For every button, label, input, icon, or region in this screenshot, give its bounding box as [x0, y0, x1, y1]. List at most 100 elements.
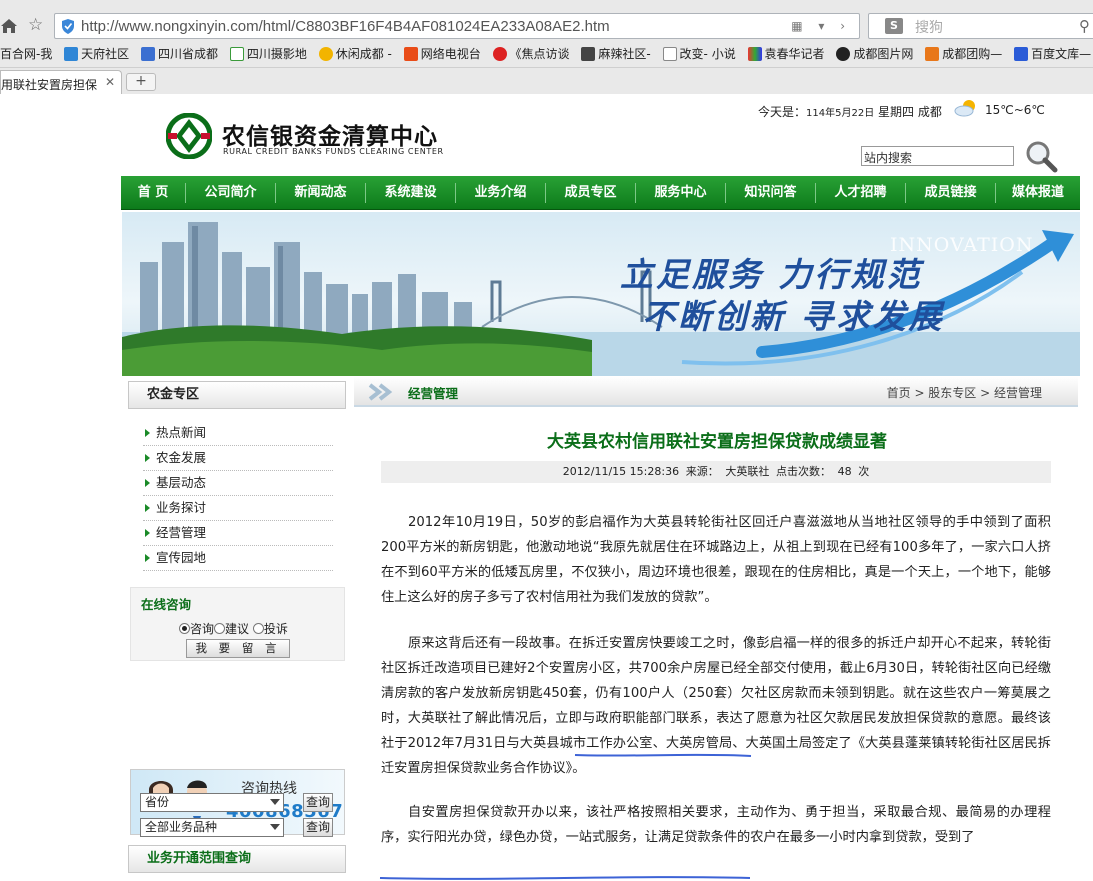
bookmark-icon — [141, 47, 156, 61]
url-actions-icon[interactable]: ▦ ▾ › — [791, 19, 851, 33]
query-button[interactable]: 查询 — [303, 818, 333, 837]
nav-links[interactable]: 成员链接 — [906, 176, 995, 210]
web-page: 农信银资金清算中心 RURAL CREDIT BANKS FUNDS CLEAR… — [0, 94, 1093, 880]
radio-consult[interactable] — [179, 623, 190, 634]
bookmark-item[interactable]: 百度文库— — [1014, 43, 1091, 65]
sidebar-item-discussion[interactable]: 业务探讨 — [143, 496, 333, 521]
sidebar-menu: 热点新闻 农金发展 基层动态 业务探讨 经营管理 宣传园地 — [143, 421, 333, 571]
section-title: 经营管理 — [408, 386, 459, 401]
close-tab-icon[interactable]: ✕ — [105, 75, 115, 89]
logo-text-en: RURAL CREDIT BANKS FUNDS CLEARING CENTER — [223, 147, 444, 156]
article-source: 大英联社 — [725, 465, 770, 478]
bookmark-item[interactable]: 网络电视台 — [403, 43, 481, 65]
business-type-select[interactable]: 全部业务品种 — [140, 818, 284, 837]
bookmark-item[interactable]: 天府社区 — [64, 43, 129, 65]
nav-news[interactable]: 新闻动态 — [276, 176, 365, 210]
consult-title: 在线咨询 — [141, 597, 192, 612]
article-meta: 2012/11/15 15:28:36 来源： 大英联社 点击次数： 48 次 — [381, 461, 1051, 483]
weekday: 星期四 — [878, 105, 915, 119]
sidebar-item-development[interactable]: 农金发展 — [143, 446, 333, 471]
date-weather: 今天是：114年5月22日 星期四 成都 — [758, 105, 942, 119]
bookmark-item[interactable]: 成都团购— — [925, 43, 1002, 65]
nav-media[interactable]: 媒体报道 — [996, 176, 1080, 210]
home-icon[interactable] — [0, 17, 18, 35]
chevron-down-icon — [270, 799, 280, 805]
browser-tab[interactable]: 用联社安置房担保 ✕ — [0, 70, 122, 95]
bookmark-icon — [747, 47, 762, 61]
cloudy-weather-icon — [954, 100, 975, 117]
chevron-down-icon — [270, 824, 280, 830]
article-paragraph-1: 2012年10月19日，50岁的彭启福作为大英县转轮街社区回迁户喜滋滋地从当地社… — [381, 515, 1051, 605]
nav-faq[interactable]: 知识问答 — [726, 176, 815, 210]
site-logo[interactable]: 农信银资金清算中心 RURAL CREDIT BANKS FUNDS CLEAR… — [166, 113, 466, 159]
radio-complaint[interactable] — [252, 623, 264, 634]
search-icon[interactable]: ⚲ — [1079, 17, 1090, 35]
banner-slogan-1: 立足服务 力行规范 — [620, 255, 923, 294]
bookmark-icon — [492, 47, 507, 61]
sidebar-section-title: 农金专区 — [128, 381, 346, 409]
nav-about[interactable]: 公司简介 — [186, 176, 275, 210]
business-select-row: 全部业务品种 查询 — [140, 818, 340, 838]
nav-careers[interactable]: 人才招聘 — [816, 176, 905, 210]
browser-search-input[interactable]: S 搜狗 ⚲ — [868, 13, 1093, 39]
city: 成都 — [917, 105, 942, 119]
bookmark-icon — [318, 47, 333, 61]
sidebar-item-management[interactable]: 经营管理 — [143, 521, 333, 546]
tab-title: 用联社安置房担保 — [1, 78, 98, 92]
sidebar-item-publicity[interactable]: 宣传园地 — [143, 546, 333, 571]
bookmark-icon — [229, 47, 244, 61]
tab-strip: 用联社安置房担保 ✕ + — [0, 67, 1093, 95]
online-consult-box: 在线咨询 咨询 建议 投诉 我 要 留 言 — [130, 587, 345, 661]
query-button[interactable]: 查询 — [303, 793, 333, 812]
bookmark-item[interactable]: 《焦点访谈 — [492, 43, 570, 65]
search-icon[interactable] — [1024, 139, 1058, 173]
nav-system[interactable]: 系统建设 — [366, 176, 455, 210]
url-text: http://www.nongxinyin.com/html/C8803BF16… — [81, 18, 610, 35]
nav-members[interactable]: 成员专区 — [546, 176, 635, 210]
today-date: 114年5月22日 — [806, 108, 875, 119]
nav-business[interactable]: 业务介绍 — [456, 176, 545, 210]
province-select[interactable]: 省份 — [140, 793, 284, 812]
section-bar: 经营管理 首页 > 股东专区 > 经营管理 — [354, 377, 1078, 407]
sidebar-item-grassroots[interactable]: 基层动态 — [143, 471, 333, 496]
bookmark-item[interactable]: 四川摄影地 — [229, 43, 307, 65]
hand-drawn-underline — [379, 876, 751, 880]
site-search-input[interactable]: 站内搜索 — [861, 146, 1014, 166]
hero-banner: INNOVATION 立足服务 力行规范 不断创新 寻求发展 — [122, 212, 1080, 376]
sidebar-item-hot-news[interactable]: 热点新闻 — [143, 421, 333, 446]
shield-icon — [62, 19, 74, 34]
article-paragraph-2: 原来这背后还有一段故事。在拆迁安置房快要竣工之时，像彭启福一样的很多的拆迁户却开… — [381, 636, 1051, 776]
url-input[interactable]: http://www.nongxinyin.com/html/C8803BF16… — [54, 13, 860, 39]
bookmark-item[interactable]: 四川省成都 — [141, 43, 218, 65]
bookmark-icon — [403, 47, 418, 61]
hand-drawn-underline — [574, 753, 752, 757]
new-tab-button[interactable]: + — [126, 73, 156, 91]
breadcrumb[interactable]: 首页 > 股东专区 > 经营管理 — [887, 384, 1042, 401]
bookmark-icon — [925, 47, 940, 61]
province-select-row: 省份 查询 — [140, 793, 340, 813]
favorite-star-icon[interactable]: ☆ — [28, 16, 43, 34]
browser-search-placeholder: 搜狗 — [915, 20, 943, 36]
left-sidebar: 农金专区 热点新闻 农金发展 基层动态 业务探讨 经营管理 宣传园地 在线咨询 … — [121, 377, 353, 873]
bookmark-item[interactable]: 成都图片网 — [836, 43, 913, 65]
temperature: 15℃~6℃ — [985, 103, 1045, 117]
consult-options: 咨询 建议 投诉 — [179, 620, 288, 637]
bookmark-item[interactable]: 袁春华记者 — [747, 43, 825, 65]
nav-home[interactable]: 首 页 — [121, 176, 185, 210]
bookmark-item[interactable]: 改变- 小说 — [662, 43, 736, 65]
browser-chrome: ☆ http://www.nongxinyin.com/html/C8803BF… — [0, 0, 1093, 95]
radio-suggest[interactable] — [214, 623, 226, 634]
nav-service[interactable]: 服务中心 — [636, 176, 725, 210]
page-icon — [662, 47, 677, 61]
logo-text-cn: 农信银资金清算中心 — [222, 123, 438, 150]
business-scope-title: 业务开通范围查询 — [128, 845, 346, 873]
paw-icon — [1014, 47, 1029, 61]
main-nav: 首 页 公司简介 新闻动态 系统建设 业务介绍 成员专区 服务中心 知识问答 人… — [121, 176, 1080, 210]
bookmark-icon — [836, 47, 851, 61]
leave-message-button[interactable]: 我 要 留 言 — [186, 639, 290, 658]
bookmark-item[interactable]: 百合网-我 — [0, 43, 52, 65]
article-area: 经营管理 首页 > 股东专区 > 经营管理 大英县农村信用联社安置房担保贷款成绩… — [354, 377, 1080, 880]
bookmark-item[interactable]: 麻辣社区- — [581, 43, 651, 65]
publish-datetime: 2012/11/15 15:28:36 — [562, 465, 680, 478]
bookmark-item[interactable]: 休闲成都 - — [318, 43, 392, 65]
